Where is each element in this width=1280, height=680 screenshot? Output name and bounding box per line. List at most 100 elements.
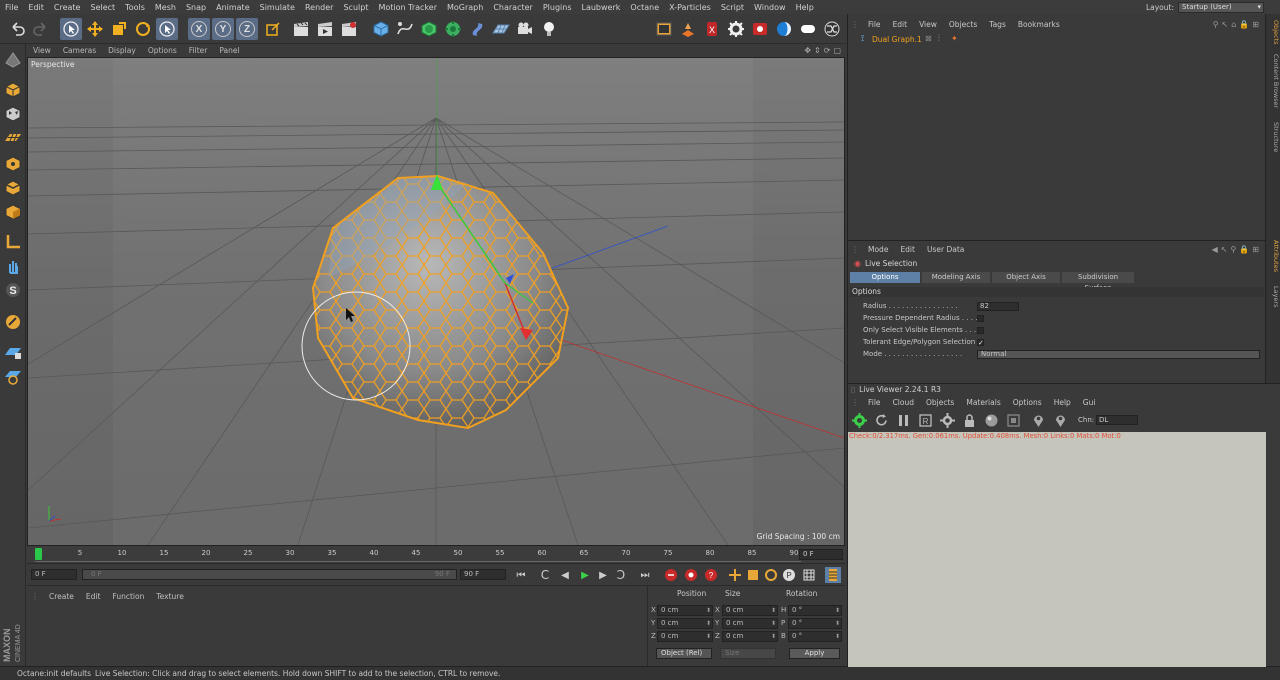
tab-structure[interactable]: Structure <box>1267 122 1280 152</box>
menu-help[interactable]: Help <box>791 3 819 12</box>
render-canvas[interactable] <box>848 432 1266 667</box>
tag-icon[interactable]: ✦ <box>951 34 958 43</box>
key-rotation-button[interactable] <box>763 567 779 583</box>
prev-frame-button[interactable]: ◀ <box>557 567 573 583</box>
attribute-menu-edit[interactable]: Edit <box>894 245 921 254</box>
edges-mode-button[interactable] <box>3 178 23 198</box>
menu-animate[interactable]: Animate <box>211 3 255 12</box>
record-keys-button[interactable] <box>663 567 679 583</box>
live-selection-button[interactable] <box>60 18 82 40</box>
mode-select[interactable]: Normal <box>977 350 1260 359</box>
tab-options[interactable]: Options <box>850 272 920 283</box>
redo-button[interactable] <box>30 18 52 40</box>
y-axis-lock-button[interactable]: Y <box>212 18 234 40</box>
menu-plugins[interactable]: Plugins <box>538 3 577 12</box>
lv-menu-objects[interactable]: Objects <box>920 398 960 407</box>
render-settings-button[interactable] <box>338 18 360 40</box>
menu-snap[interactable]: Snap <box>181 3 211 12</box>
send-scene-button[interactable] <box>851 412 867 428</box>
select-mode-button[interactable] <box>156 18 178 40</box>
menu-edit[interactable]: Edit <box>23 3 49 12</box>
menu-x-particles[interactable]: X-Particles <box>664 3 716 12</box>
tab-object-axis[interactable]: Object Axis <box>992 272 1060 283</box>
render-picture-viewer-button[interactable] <box>314 18 336 40</box>
preview-range-slider[interactable]: 0 F 90 F <box>82 569 457 580</box>
menu-tools[interactable]: Tools <box>120 3 150 12</box>
lv-menu-cloud[interactable]: Cloud <box>887 398 920 407</box>
cloner-button[interactable] <box>442 18 464 40</box>
menu-window[interactable]: Window <box>749 3 791 12</box>
lock-icon[interactable]: 🔒 <box>1239 20 1252 29</box>
rotation-h-field[interactable]: 0 ° <box>788 605 842 616</box>
object-menu-edit[interactable]: Edit <box>887 20 914 29</box>
end-frame-field[interactable]: 90 F <box>460 569 506 580</box>
coordinate-mode-select[interactable]: Object (Rel) <box>656 648 712 659</box>
deformer-button[interactable] <box>466 18 488 40</box>
current-frame-field[interactable]: 0 F <box>799 549 843 560</box>
attribute-menu-user-data[interactable]: User Data <box>921 245 970 254</box>
pan-view-icon[interactable]: ✥ <box>804 46 811 55</box>
attribute-menu-mode[interactable]: Mode <box>862 245 894 254</box>
xparticles-system-button[interactable]: X <box>701 18 723 40</box>
x-axis-lock-button[interactable]: X <box>188 18 210 40</box>
material-menu-edit[interactable]: Edit <box>80 592 107 601</box>
rotate-tool-button[interactable] <box>132 18 154 40</box>
lv-menu-materials[interactable]: Materials <box>960 398 1006 407</box>
viewport-menu-filter[interactable]: Filter <box>183 46 214 55</box>
only-visible-checkbox[interactable] <box>977 327 984 334</box>
visibility-editor-icon[interactable]: ⊠ <box>925 34 932 43</box>
menu-script[interactable]: Script <box>716 3 749 12</box>
make-editable-button[interactable] <box>3 50 23 70</box>
key-parameter-button[interactable]: P <box>781 567 797 583</box>
start-frame-field[interactable]: 0 F <box>31 569 77 580</box>
viewport-menu-options[interactable]: Options <box>142 46 183 55</box>
lv-menu-file[interactable]: File <box>862 398 887 407</box>
playhead[interactable] <box>35 548 42 560</box>
render-view-button[interactable] <box>290 18 312 40</box>
goto-start-button[interactable]: ⏮ <box>513 567 529 583</box>
lv-menu-gui[interactable]: Gui <box>1077 398 1102 407</box>
xparticles-emitter-button[interactable] <box>677 18 699 40</box>
tab-subdivision-surface[interactable]: Subdivision Surface <box>1062 272 1134 292</box>
channel-select[interactable]: DL <box>1096 415 1138 425</box>
lv-menu-options[interactable]: Options <box>1007 398 1048 407</box>
menu-create[interactable]: Create <box>49 3 86 12</box>
object-menu-bookmarks[interactable]: Bookmarks <box>1012 20 1066 29</box>
points-mode-button[interactable] <box>3 154 23 174</box>
tab-objects[interactable]: Objects <box>1267 20 1280 45</box>
viewport-camera-label[interactable]: Perspective <box>31 60 74 69</box>
rotation-p-field[interactable]: 0 ° <box>788 618 842 629</box>
next-frame-button[interactable]: ▶ <box>595 567 611 583</box>
polygons-mode-button[interactable] <box>3 202 23 222</box>
timeline-window-button[interactable] <box>825 567 841 583</box>
sculpt-mode-button[interactable] <box>3 312 23 332</box>
prev-key-button[interactable]: C <box>537 567 553 583</box>
menu-octane[interactable]: Octane <box>625 3 664 12</box>
pause-render-button[interactable] <box>895 412 911 428</box>
key-position-button[interactable] <box>727 567 743 583</box>
octane-live-viewer-button[interactable] <box>821 18 843 40</box>
object-name[interactable]: Dual Graph.1 <box>872 35 922 44</box>
region-render-button[interactable]: R <box>917 412 933 428</box>
spline-pen-button[interactable] <box>394 18 416 40</box>
position-y-field[interactable]: 0 cm <box>657 618 713 629</box>
floor-button[interactable] <box>490 18 512 40</box>
material-menu-create[interactable]: Create <box>43 592 80 601</box>
object-menu-view[interactable]: View <box>913 20 943 29</box>
next-key-button[interactable]: Ɔ <box>613 567 629 583</box>
size-z-field[interactable]: 0 cm <box>722 631 778 642</box>
scale-tool-button[interactable] <box>108 18 130 40</box>
menu-mesh[interactable]: Mesh <box>150 3 181 12</box>
pick-focus-button[interactable] <box>1030 412 1046 428</box>
menu-laubwerk[interactable]: Laubwerk <box>576 3 625 12</box>
size-y-field[interactable]: 0 cm <box>722 618 778 629</box>
planar-workplane-button[interactable] <box>3 366 23 386</box>
menu-simulate[interactable]: Simulate <box>255 3 300 12</box>
workplane-mode-button[interactable] <box>3 128 23 148</box>
zoom-view-icon[interactable]: ⇕ <box>814 46 821 55</box>
z-axis-lock-button[interactable]: Z <box>236 18 258 40</box>
maximize-view-icon[interactable]: ▢ <box>833 46 841 55</box>
viewport-menu-display[interactable]: Display <box>102 46 142 55</box>
menu-motion-tracker[interactable]: Motion Tracker <box>373 3 442 12</box>
viewport-menu-view[interactable]: View <box>27 46 57 55</box>
